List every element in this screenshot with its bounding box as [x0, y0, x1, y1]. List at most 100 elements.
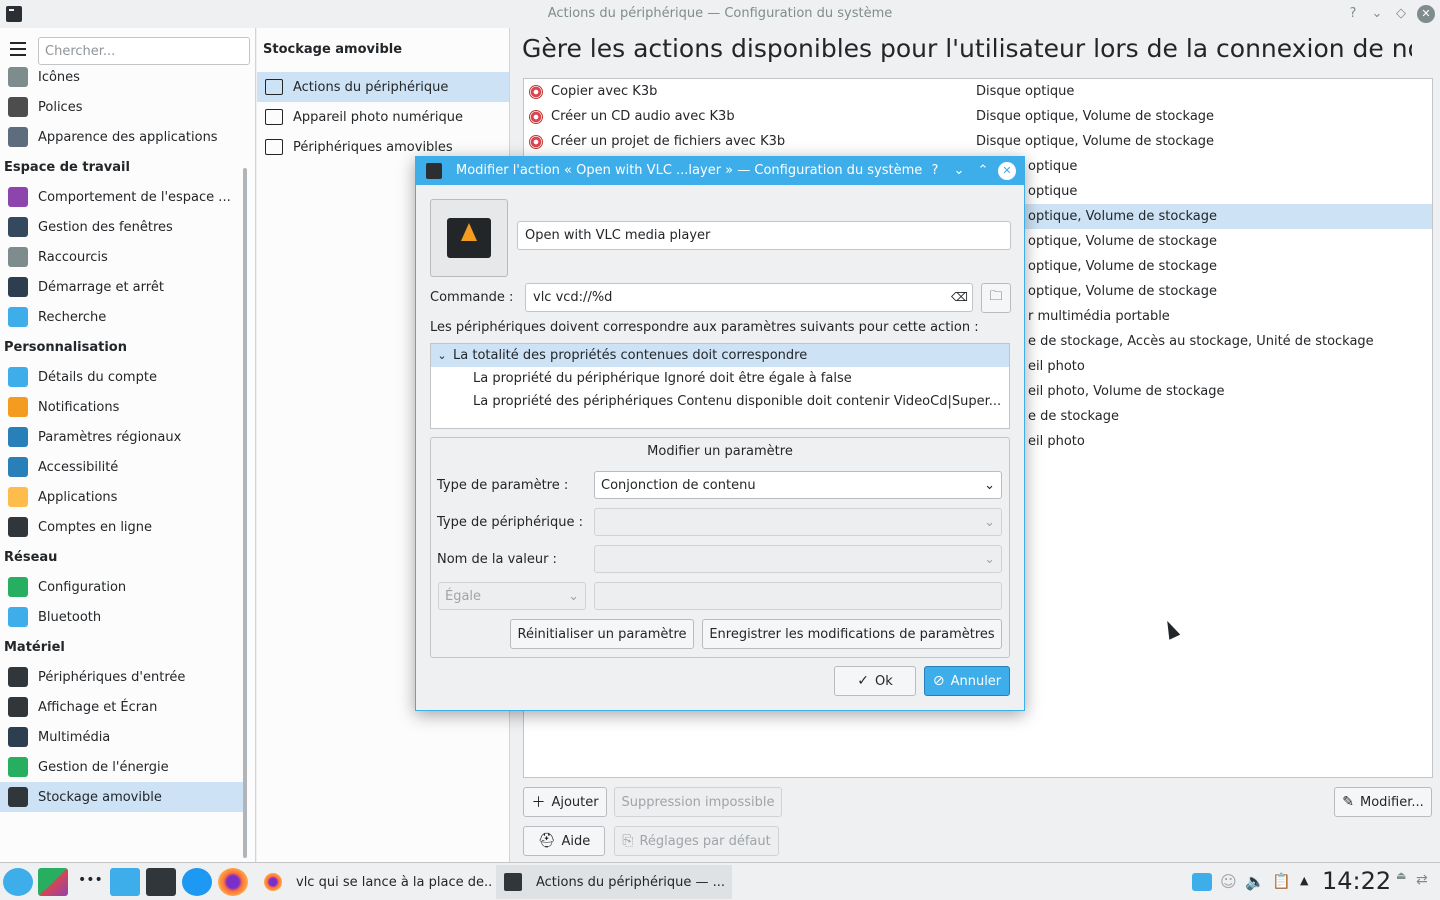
subcategory-item[interactable]: Appareil photo numérique	[257, 102, 509, 132]
sidebar-item[interactable]: Polices	[0, 92, 244, 122]
task-system-settings[interactable]: Actions du périphérique — ...	[496, 865, 732, 899]
command-input[interactable]: vlc vcd://%d	[525, 283, 973, 312]
tree-row-ignored[interactable]: La propriété du périphérique Ignoré doit…	[431, 367, 1009, 390]
remove-button[interactable]: Suppression impossible	[614, 787, 782, 817]
value-name-select[interactable]: ⌄	[594, 545, 1002, 573]
sidebar-item[interactable]: Applications	[0, 482, 244, 512]
more-icon[interactable]: •••	[78, 872, 103, 888]
clock[interactable]: 14:22	[1322, 867, 1391, 895]
sidebar-item[interactable]: Détails du compte	[0, 362, 244, 392]
sync-tray-icon[interactable]	[1192, 873, 1212, 891]
tree-row-root[interactable]: ⌄ La totalité des propriétés contenues d…	[431, 344, 1009, 367]
taskbar: ••• vlc qui se lance à la place de... Ac…	[0, 862, 1440, 900]
save-parameter-button[interactable]: Enregistrer les modifications de paramèt…	[702, 619, 1002, 649]
action-row[interactable]: Créer un projet de fichiers avec K3b Disq…	[524, 129, 1432, 154]
action-name: Créer un CD audio avec K3b	[551, 109, 735, 124]
action-devices: Disque optique, Volume de stockage	[976, 134, 1215, 149]
star-icon	[8, 487, 28, 507]
system-settings-icon[interactable]	[146, 868, 176, 896]
page-heading: Gère les actions disponibles pour l'util…	[522, 34, 1412, 63]
minimize-icon[interactable]: ⌄	[1368, 5, 1386, 23]
sidebar-item-label: Accessibilité	[38, 459, 119, 475]
dialog-maximize-icon[interactable]: ⌃	[974, 162, 992, 180]
sidebar-item[interactable]: Configuration	[0, 572, 244, 602]
action-row[interactable]: Créer un CD audio avec K3b Disque optique…	[524, 104, 1432, 129]
device-type-select[interactable]: ⌄	[594, 508, 1002, 536]
sidebar-item[interactable]: Apparence des applications	[0, 122, 244, 152]
operator-select[interactable]: Égale ⌄	[438, 582, 586, 610]
sidebar-item[interactable]: Notifications	[0, 392, 244, 422]
ok-button[interactable]: ✓ Ok	[834, 666, 916, 696]
help-button[interactable]: ⛑ Aide	[523, 826, 605, 856]
sidebar-item[interactable]: Multimédia	[0, 722, 244, 752]
subcategory-list: Actions du périphérique Appareil photo nu…	[257, 72, 509, 162]
add-button[interactable]: ＋ Ajouter	[523, 787, 607, 817]
cancel-label: Annuler	[950, 673, 1002, 689]
app-launcher-icon[interactable]	[3, 868, 33, 896]
sidebar-item[interactable]: Périphériques d'entrée	[0, 662, 244, 692]
close-icon[interactable]: ✕	[1417, 5, 1435, 23]
lock-icon[interactable]: ⏏	[1396, 869, 1406, 882]
maximize-icon[interactable]: ◇	[1392, 5, 1410, 23]
panel-settings-icon[interactable]: ⇄	[1416, 872, 1428, 888]
removable-storage-icon	[8, 787, 28, 807]
dialog-minimize-icon[interactable]: ⌄	[950, 162, 968, 180]
sidebar-item[interactable]: Gestion de l'énergie	[0, 752, 244, 782]
device-actions-icon	[265, 79, 283, 95]
reset-parameter-button[interactable]: Réinitialiser un paramètre	[510, 619, 694, 649]
hamburger-menu-icon[interactable]	[10, 42, 26, 56]
value-input[interactable]	[594, 582, 1002, 610]
sidebar-item[interactable]: Raccourcis	[0, 242, 244, 272]
dialog-close-icon[interactable]: ✕	[998, 162, 1016, 180]
sidebar-item-label: Comportement de l'espace ...	[38, 189, 231, 205]
clear-input-icon[interactable]: ⌫	[951, 290, 968, 304]
sidebar-item[interactable]: Icônes	[0, 62, 244, 92]
task-firefox[interactable]: vlc qui se lance à la place de...	[256, 865, 492, 899]
sidebar-item[interactable]: Démarrage et arrêt	[0, 272, 244, 302]
edit-button[interactable]: ✎ Modifier...	[1334, 787, 1432, 817]
discover-icon[interactable]	[182, 868, 212, 896]
sidebar-item-label: Affichage et Écran	[38, 699, 158, 715]
cancel-button[interactable]: ⊘ Annuler	[924, 666, 1010, 696]
help-label: Aide	[561, 833, 591, 849]
action-name-input[interactable]: Open with VLC media player	[517, 221, 1011, 250]
sidebar-item[interactable]: Comportement de l'espace ...	[0, 182, 244, 212]
firefox-icon[interactable]	[218, 868, 248, 896]
sidebar-item[interactable]: Accessibilité	[0, 452, 244, 482]
bell-icon	[8, 397, 28, 417]
window-titlebar: Actions du périphérique — Configuration …	[0, 0, 1440, 28]
search-input[interactable]: Chercher...	[38, 37, 250, 65]
subcategory-label: Actions du périphérique	[293, 79, 449, 95]
chevron-down-icon[interactable]: ⌄	[431, 349, 453, 362]
user-tray-icon[interactable]: ☺	[1220, 872, 1237, 891]
sidebar-item[interactable]: Recherche	[0, 302, 244, 332]
conditions-tree[interactable]: ⌄ La totalité des propriétés contenues d…	[430, 343, 1010, 429]
sidebar-item[interactable]: Stockage amovible	[0, 782, 244, 812]
tray-expand-icon[interactable]: ▲	[1300, 874, 1308, 887]
help-icon[interactable]: ?	[1344, 5, 1362, 23]
clipboard-icon[interactable]: 📋	[1272, 872, 1291, 890]
file-manager-icon[interactable]	[110, 868, 140, 896]
sidebar-item-label: Polices	[38, 99, 83, 115]
pager-icon[interactable]	[38, 868, 68, 896]
action-devices: eil photo, Volume de stockage	[1028, 384, 1225, 399]
volume-icon[interactable]: 🔈	[1245, 872, 1265, 891]
defaults-button[interactable]: ⎘ Réglages par défaut	[614, 826, 779, 856]
sidebar-item[interactable]: Bluetooth	[0, 602, 244, 632]
action-icon-button[interactable]	[430, 199, 508, 277]
subcategory-title: Stockage amovible	[263, 42, 403, 57]
sidebar-scrollbar[interactable]	[243, 168, 247, 858]
sidebar-item[interactable]: Paramètres régionaux	[0, 422, 244, 452]
match-label: Les périphériques doivent correspondre a…	[430, 320, 979, 335]
browse-button[interactable]: 🗀	[981, 283, 1011, 313]
sidebar-item[interactable]: Comptes en ligne	[0, 512, 244, 542]
param-type-select[interactable]: Conjonction de contenu ⌄	[594, 471, 1002, 499]
action-row[interactable]: Copier avec K3b Disque optique	[524, 79, 1432, 104]
dialog-help-icon[interactable]: ?	[926, 162, 944, 180]
tree-row-content[interactable]: La propriété des périphériques Contenu d…	[431, 390, 1009, 413]
subcategory-item[interactable]: Actions du périphérique	[257, 72, 509, 102]
sidebar-item[interactable]: Affichage et Écran	[0, 692, 244, 722]
defaults-icon: ⎘	[622, 833, 634, 849]
sidebar-item[interactable]: Gestion des fenêtres	[0, 212, 244, 242]
sidebar-item-label: Gestion des fenêtres	[38, 219, 173, 235]
